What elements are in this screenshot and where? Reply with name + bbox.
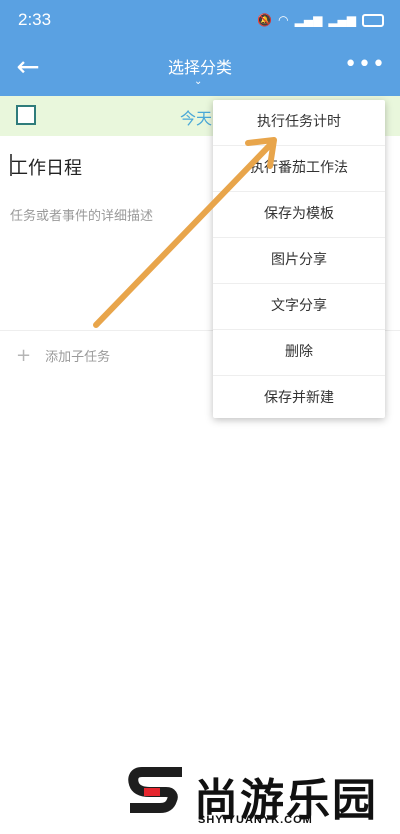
chevron-down-icon[interactable]: ⌄ [194, 76, 202, 87]
menu-item-save-and-new[interactable]: 保存并新建 [213, 376, 385, 421]
status-icons: 🔕 ◠ ▂▄▆ ▂▄▆ [257, 12, 384, 28]
logo-s-icon [128, 766, 186, 834]
signal-icon: ▂▄▆ [328, 13, 356, 27]
add-subtask-button[interactable]: + 添加子任务 [16, 345, 110, 366]
task-checkbox[interactable] [16, 105, 36, 125]
status-bar: 2:33 🔕 ◠ ▂▄▆ ▂▄▆ [0, 0, 400, 42]
wifi-icon: ◠ [278, 13, 289, 27]
more-icon[interactable]: ••• [344, 52, 386, 77]
plus-icon: + [16, 345, 32, 366]
overflow-menu: 执行任务计时 执行番茄工作法 保存为模板 图片分享 文字分享 删除 保存并新建 [213, 100, 385, 418]
battery-icon [362, 13, 384, 27]
menu-item-delete[interactable]: 删除 [213, 330, 385, 376]
watermark-domain: SHYIYUANYK.COM [198, 814, 313, 826]
menu-item-task-timer[interactable]: 执行任务计时 [213, 100, 385, 146]
menu-item-image-share[interactable]: 图片分享 [213, 238, 385, 284]
today-label[interactable]: 今天 [180, 105, 212, 129]
category-title[interactable]: 选择分类 [0, 54, 400, 78]
task-title[interactable]: 工作日程 [10, 154, 82, 180]
status-time: 2:33 [18, 10, 52, 29]
signal-icon: ▂▄▆ [294, 13, 323, 27]
add-subtask-label: 添加子任务 [45, 350, 111, 365]
task-description-field[interactable]: 任务或者事件的详细描述 [10, 205, 153, 224]
mute-icon: 🔕 [257, 13, 273, 27]
menu-item-save-template[interactable]: 保存为模板 [213, 192, 385, 238]
text-caret [10, 154, 12, 176]
menu-item-text-share[interactable]: 文字分享 [213, 284, 385, 330]
menu-item-pomodoro[interactable]: 执行番茄工作法 [213, 146, 385, 192]
app-bar: ← 选择分类 ⌄ ••• [0, 42, 400, 96]
watermark-logo: 尚游乐园 SHYIYUANYK.COM [128, 764, 398, 828]
